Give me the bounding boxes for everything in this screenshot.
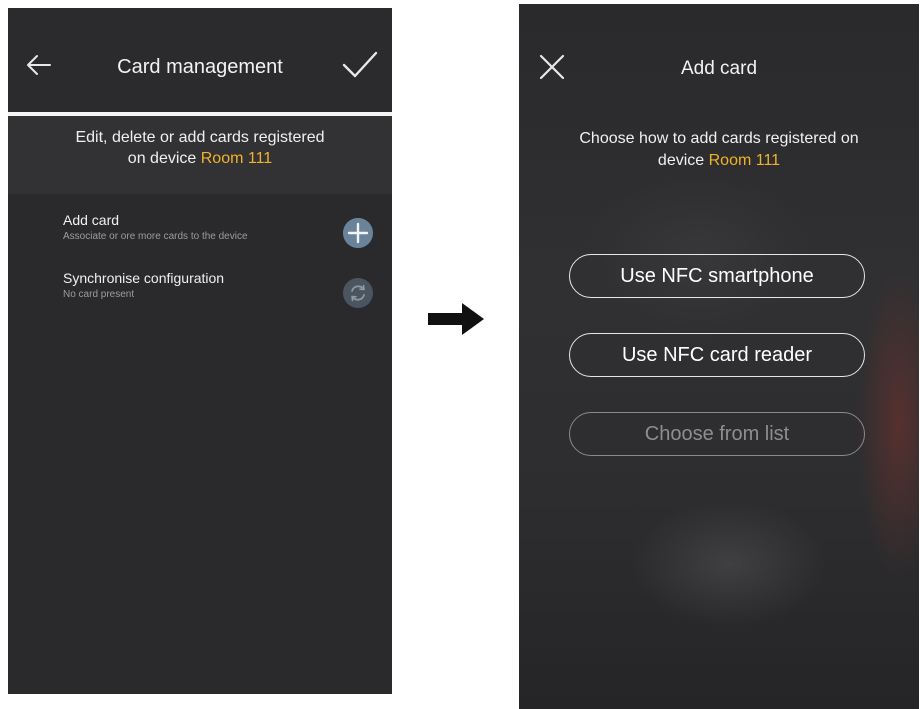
choose-from-list-button[interactable]: Choose from list [569, 412, 865, 456]
menu-item-subtitle: No card present [63, 289, 135, 300]
device-name: Room 111 [200, 150, 273, 167]
menu-item-title: Add card [63, 212, 120, 228]
info-text: Choose how to add cards registered on de… [519, 128, 919, 172]
header-bar: Card management [8, 8, 392, 116]
info-text-line1: Edit, delete or add cards registered [75, 129, 325, 146]
arrow-right-icon [428, 303, 484, 335]
checkmark-icon[interactable] [342, 50, 378, 80]
page-title: Add card [680, 58, 758, 79]
card-management-screen: Card management Edit, delete or add card… [8, 8, 392, 694]
info-text-prefix: on device [127, 150, 201, 167]
info-banner: Edit, delete or add cards registered on … [8, 116, 392, 194]
use-nfc-smartphone-button[interactable]: Use NFC smartphone [569, 254, 865, 298]
synchronise-row[interactable]: Synchronise configuration No card presen… [63, 270, 383, 310]
use-nfc-card-reader-button[interactable]: Use NFC card reader [569, 333, 865, 377]
info-text-line2: on device Room 111 [8, 148, 392, 169]
info-text-line1: Choose how to add cards registered on [579, 130, 859, 147]
sync-icon[interactable] [343, 278, 373, 308]
add-card-screen: Add card Choose how to add cards registe… [519, 4, 919, 709]
menu-item-subtitle: Associate or ore more cards to the devic… [63, 231, 248, 242]
plus-icon[interactable] [343, 218, 373, 248]
device-name: Room 111 [708, 152, 781, 169]
add-card-row[interactable]: Add card Associate or ore more cards to … [63, 212, 383, 252]
page-title: Card management [117, 56, 283, 78]
menu-item-title: Synchronise configuration [63, 270, 225, 286]
info-text-line2: device Room 111 [519, 150, 919, 172]
info-text-prefix: device [657, 152, 709, 169]
